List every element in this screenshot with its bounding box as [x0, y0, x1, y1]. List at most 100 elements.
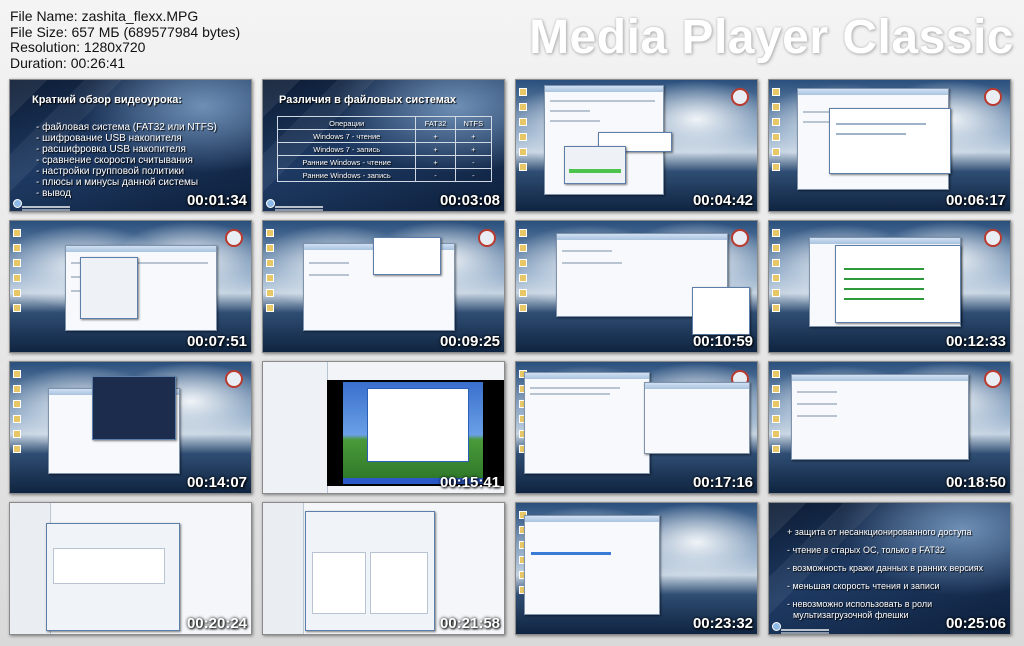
table-cell: Ранние Windows - чтение — [276, 155, 417, 169]
timestamp: 00:14:07 — [186, 474, 247, 491]
tree-pane — [10, 503, 51, 634]
timestamp: 00:20:24 — [186, 615, 247, 632]
slide-bullet: - файловая система (FAT32 или NTFS) — [36, 122, 217, 133]
context-menu — [692, 287, 750, 335]
thumbnail[interactable]: 00:23:32 — [515, 502, 758, 635]
thumbnail[interactable]: 00:18:50 — [768, 361, 1011, 494]
desktop-icons — [772, 88, 780, 178]
channel-logo-icon — [772, 622, 781, 631]
vm-screen — [327, 380, 504, 486]
channel-logo-icon — [266, 199, 275, 208]
clock-gadget-icon — [225, 229, 243, 247]
table-cell: - — [454, 155, 493, 169]
benchmark-window — [92, 376, 176, 440]
timestamp: 00:07:51 — [186, 333, 247, 350]
timestamp: 00:21:58 — [439, 615, 500, 632]
clock-gadget-icon — [984, 370, 1002, 388]
thumbnail[interactable]: Краткий обзор видеоурока: - файловая сис… — [9, 79, 252, 212]
slide-bullet: - возможность кражи данных в ранних верс… — [787, 563, 984, 573]
slide-title: Краткий обзор видеоурока: — [32, 94, 182, 106]
thumbnail[interactable]: 00:06:17 — [768, 79, 1011, 212]
file-name: File Name: zashita_flexx.MPG — [10, 8, 199, 24]
thumbnail[interactable]: 00:04:42 — [515, 79, 758, 212]
slide-bullet: - чтение в старых ОС, только в FAT32 — [787, 545, 945, 555]
thumbnail[interactable]: 00:12:33 — [768, 220, 1011, 353]
slide-title: Различия в файловых системах — [279, 94, 456, 106]
timestamp: 00:18:50 — [945, 474, 1006, 491]
timestamp: 00:17:16 — [692, 474, 753, 491]
file-size: File Size: 657 МБ (689577984 bytes) — [10, 23, 241, 40]
timestamp: 00:01:34 — [186, 192, 247, 209]
timestamp: 00:03:08 — [439, 192, 500, 209]
thumbnail[interactable]: 00:17:16 — [515, 361, 758, 494]
dialog-window — [80, 257, 138, 319]
slide-bullet: - вывод — [36, 188, 71, 199]
table-header: Операции — [276, 116, 417, 130]
timestamp: 00:06:17 — [945, 192, 1006, 209]
clock-gadget-icon — [478, 229, 496, 247]
desktop-icons — [13, 370, 21, 460]
table-cell: + — [454, 142, 493, 156]
slide-bullet: - невозможно использовать в роли — [787, 599, 933, 609]
clock-gadget-icon — [984, 229, 1002, 247]
explorer-window — [644, 382, 750, 454]
slide-bullet: - меньшая скорость чтения и записи — [787, 581, 940, 591]
slide-bullet: - плюсы и минусы данной системы — [36, 177, 199, 188]
table-cell: + — [415, 129, 456, 143]
dialog-window — [835, 245, 961, 323]
desktop-icons — [13, 229, 21, 319]
thumbnail[interactable]: 00:10:59 — [515, 220, 758, 353]
timestamp: 00:25:06 — [945, 615, 1006, 632]
table-cell: - — [415, 168, 456, 182]
brand-watermark: Media Player Classic — [529, 11, 1014, 64]
slide-bullet: - расшифровка USB накопителя — [36, 144, 186, 155]
table-cell: + — [415, 142, 456, 156]
dialog-window — [829, 108, 951, 174]
thumbnail[interactable]: Различия в файловых системах Операции FA… — [262, 79, 505, 212]
progress-dialog — [564, 146, 626, 184]
notepad-window — [524, 515, 660, 615]
thumbnail[interactable]: 00:15:41 — [262, 361, 505, 494]
explorer-window — [791, 374, 969, 460]
slide-bullet: - настройки групповой политики — [36, 166, 185, 177]
clock-gadget-icon — [984, 88, 1002, 106]
table-header: FAT32 — [415, 116, 456, 130]
thumbnail[interactable]: + защита от несанкционированного доступа… — [768, 502, 1011, 635]
table-header: NTFS — [454, 116, 493, 130]
desktop-icons — [772, 229, 780, 319]
desktop-icons — [519, 88, 527, 178]
policy-dialog — [305, 511, 435, 631]
notepad-window — [524, 372, 650, 474]
dialog-window — [373, 237, 441, 275]
channel-logo-text — [22, 206, 70, 208]
timestamp: 00:23:32 — [692, 615, 753, 632]
table-cell: Windows 7 - запись — [276, 142, 417, 156]
thumbnail[interactable]: 00:09:25 — [262, 220, 505, 353]
timestamp: 00:04:42 — [692, 192, 753, 209]
vm-sidebar — [263, 362, 328, 493]
thumbnail-grid: Краткий обзор видеоурока: - файловая сис… — [9, 79, 1017, 639]
slide-bullet: - шифрование USB накопителя — [36, 133, 182, 144]
table-cell: + — [415, 155, 456, 169]
timestamp: 00:12:33 — [945, 333, 1006, 350]
thumbnail[interactable]: 00:21:58 — [262, 502, 505, 635]
channel-logo-icon — [13, 199, 22, 208]
thumbnail[interactable]: 00:20:24 — [9, 502, 252, 635]
table-cell: Windows 7 - чтение — [276, 129, 417, 143]
thumbnail[interactable]: 00:07:51 — [9, 220, 252, 353]
table-cell: - — [454, 168, 493, 182]
thumbnail[interactable]: 00:14:07 — [9, 361, 252, 494]
comparison-table: Операции FAT32 NTFS Windows 7 - чтение +… — [276, 116, 493, 182]
tree-pane — [263, 503, 304, 634]
timestamp: 00:09:25 — [439, 333, 500, 350]
channel-logo-text — [781, 629, 829, 631]
timestamp: 00:10:59 — [692, 333, 753, 350]
clock-gadget-icon — [225, 370, 243, 388]
desktop-icons — [772, 370, 780, 460]
table-cell: + — [454, 129, 493, 143]
slide-bullet: мультизагрузочной флешки — [793, 610, 909, 620]
clock-gadget-icon — [731, 88, 749, 106]
slide-bullet: - сравнение скорости считывания — [36, 155, 193, 166]
timestamp: 00:15:41 — [439, 474, 500, 491]
resolution: Resolution: 1280x720 — [10, 39, 146, 55]
